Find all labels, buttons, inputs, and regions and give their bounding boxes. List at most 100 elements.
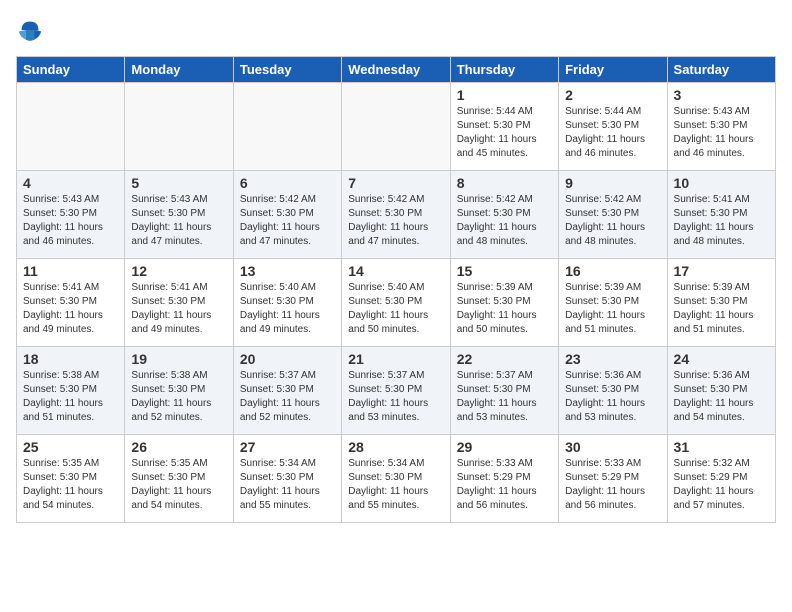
cell-info: Sunrise: 5:39 AMSunset: 5:30 PMDaylight:…	[565, 281, 660, 337]
day-number: 8	[457, 175, 552, 191]
day-number: 31	[674, 439, 769, 455]
calendar-cell: 19 Sunrise: 5:38 AMSunset: 5:30 PMDayligh…	[125, 347, 233, 435]
calendar-cell: 16 Sunrise: 5:39 AMSunset: 5:30 PMDayligh…	[559, 259, 667, 347]
cell-info: Sunrise: 5:43 AMSunset: 5:30 PMDaylight:…	[131, 193, 226, 249]
cell-info: Sunrise: 5:35 AMSunset: 5:30 PMDaylight:…	[23, 457, 118, 513]
day-header-saturday: Saturday	[667, 57, 775, 83]
calendar-cell	[233, 83, 341, 171]
day-number: 26	[131, 439, 226, 455]
day-number: 11	[23, 263, 118, 279]
calendar-cell: 18 Sunrise: 5:38 AMSunset: 5:30 PMDayligh…	[17, 347, 125, 435]
cell-info: Sunrise: 5:36 AMSunset: 5:30 PMDaylight:…	[674, 369, 769, 425]
cell-info: Sunrise: 5:39 AMSunset: 5:30 PMDaylight:…	[457, 281, 552, 337]
cell-info: Sunrise: 5:43 AMSunset: 5:30 PMDaylight:…	[674, 105, 769, 161]
cell-info: Sunrise: 5:42 AMSunset: 5:30 PMDaylight:…	[457, 193, 552, 249]
week-row-4: 18 Sunrise: 5:38 AMSunset: 5:30 PMDayligh…	[17, 347, 776, 435]
week-row-2: 4Sunrise: 5:43 AMSunset: 5:30 PMDaylight…	[17, 171, 776, 259]
day-number: 21	[348, 351, 443, 367]
cell-info: Sunrise: 5:32 AMSunset: 5:29 PMDaylight:…	[674, 457, 769, 513]
page-header	[16, 16, 776, 44]
calendar-cell: 20 Sunrise: 5:37 AMSunset: 5:30 PMDayligh…	[233, 347, 341, 435]
logo	[16, 16, 48, 44]
day-number: 15	[457, 263, 552, 279]
day-number: 9	[565, 175, 660, 191]
calendar-cell: 30Sunrise: 5:33 AMSunset: 5:29 PMDayligh…	[559, 435, 667, 523]
day-header-wednesday: Wednesday	[342, 57, 450, 83]
calendar-cell: 27 Sunrise: 5:34 AMSunset: 5:30 PMDayligh…	[233, 435, 341, 523]
day-number: 25	[23, 439, 118, 455]
calendar-cell: 17 Sunrise: 5:39 AMSunset: 5:30 PMDayligh…	[667, 259, 775, 347]
week-row-1: 1 Sunrise: 5:44 AMSunset: 5:30 PMDaylight…	[17, 83, 776, 171]
calendar-cell: 14 Sunrise: 5:40 AMSunset: 5:30 PMDayligh…	[342, 259, 450, 347]
day-number: 6	[240, 175, 335, 191]
day-number: 18	[23, 351, 118, 367]
calendar-cell: 21 Sunrise: 5:37 AMSunset: 5:30 PMDayligh…	[342, 347, 450, 435]
day-number: 7	[348, 175, 443, 191]
day-number: 16	[565, 263, 660, 279]
calendar-cell: 5Sunrise: 5:43 AMSunset: 5:30 PMDaylight…	[125, 171, 233, 259]
day-number: 23	[565, 351, 660, 367]
day-number: 1	[457, 87, 552, 103]
day-number: 13	[240, 263, 335, 279]
day-number: 20	[240, 351, 335, 367]
day-number: 14	[348, 263, 443, 279]
calendar-cell: 23 Sunrise: 5:36 AMSunset: 5:30 PMDayligh…	[559, 347, 667, 435]
cell-info: Sunrise: 5:39 AMSunset: 5:30 PMDaylight:…	[674, 281, 769, 337]
day-header-sunday: Sunday	[17, 57, 125, 83]
logo-icon	[16, 16, 44, 44]
day-number: 27	[240, 439, 335, 455]
day-number: 19	[131, 351, 226, 367]
day-header-thursday: Thursday	[450, 57, 558, 83]
calendar-cell: 4Sunrise: 5:43 AMSunset: 5:30 PMDaylight…	[17, 171, 125, 259]
calendar-cell: 13 Sunrise: 5:40 AMSunset: 5:30 PMDayligh…	[233, 259, 341, 347]
calendar-cell: 9 Sunrise: 5:42 AMSunset: 5:30 PMDaylight…	[559, 171, 667, 259]
cell-info: Sunrise: 5:41 AMSunset: 5:30 PMDaylight:…	[23, 281, 118, 337]
cell-info: Sunrise: 5:36 AMSunset: 5:30 PMDaylight:…	[565, 369, 660, 425]
day-number: 2	[565, 87, 660, 103]
calendar-table: SundayMondayTuesdayWednesdayThursdayFrid…	[16, 56, 776, 523]
calendar-cell: 22Sunrise: 5:37 AMSunset: 5:30 PMDayligh…	[450, 347, 558, 435]
cell-info: Sunrise: 5:40 AMSunset: 5:30 PMDaylight:…	[240, 281, 335, 337]
calendar-cell: 31 Sunrise: 5:32 AMSunset: 5:29 PMDayligh…	[667, 435, 775, 523]
calendar-cell: 24 Sunrise: 5:36 AMSunset: 5:30 PMDayligh…	[667, 347, 775, 435]
calendar-cell: 7 Sunrise: 5:42 AMSunset: 5:30 PMDaylight…	[342, 171, 450, 259]
cell-info: Sunrise: 5:42 AMSunset: 5:30 PMDaylight:…	[348, 193, 443, 249]
calendar-cell: 8 Sunrise: 5:42 AMSunset: 5:30 PMDaylight…	[450, 171, 558, 259]
cell-info: Sunrise: 5:33 AMSunset: 5:29 PMDaylight:…	[565, 457, 660, 513]
calendar-cell: 11 Sunrise: 5:41 AMSunset: 5:30 PMDayligh…	[17, 259, 125, 347]
calendar-cell: 26 Sunrise: 5:35 AMSunset: 5:30 PMDayligh…	[125, 435, 233, 523]
calendar-cell: 10 Sunrise: 5:41 AMSunset: 5:30 PMDayligh…	[667, 171, 775, 259]
day-number: 10	[674, 175, 769, 191]
calendar-cell: 6Sunrise: 5:42 AMSunset: 5:30 PMDaylight…	[233, 171, 341, 259]
cell-info: Sunrise: 5:35 AMSunset: 5:30 PMDaylight:…	[131, 457, 226, 513]
day-header-tuesday: Tuesday	[233, 57, 341, 83]
day-number: 3	[674, 87, 769, 103]
cell-info: Sunrise: 5:42 AMSunset: 5:30 PMDaylight:…	[565, 193, 660, 249]
cell-info: Sunrise: 5:38 AMSunset: 5:30 PMDaylight:…	[23, 369, 118, 425]
day-header-friday: Friday	[559, 57, 667, 83]
cell-info: Sunrise: 5:40 AMSunset: 5:30 PMDaylight:…	[348, 281, 443, 337]
calendar-cell: 1 Sunrise: 5:44 AMSunset: 5:30 PMDaylight…	[450, 83, 558, 171]
cell-info: Sunrise: 5:44 AMSunset: 5:30 PMDaylight:…	[457, 105, 552, 161]
calendar-cell: 29Sunrise: 5:33 AMSunset: 5:29 PMDayligh…	[450, 435, 558, 523]
day-number: 24	[674, 351, 769, 367]
cell-info: Sunrise: 5:44 AMSunset: 5:30 PMDaylight:…	[565, 105, 660, 161]
cell-info: Sunrise: 5:34 AMSunset: 5:30 PMDaylight:…	[240, 457, 335, 513]
cell-info: Sunrise: 5:38 AMSunset: 5:30 PMDaylight:…	[131, 369, 226, 425]
calendar-cell	[125, 83, 233, 171]
day-number: 29	[457, 439, 552, 455]
day-number: 17	[674, 263, 769, 279]
cell-info: Sunrise: 5:37 AMSunset: 5:30 PMDaylight:…	[240, 369, 335, 425]
day-header-monday: Monday	[125, 57, 233, 83]
calendar-cell: 12 Sunrise: 5:41 AMSunset: 5:30 PMDayligh…	[125, 259, 233, 347]
cell-info: Sunrise: 5:41 AMSunset: 5:30 PMDaylight:…	[674, 193, 769, 249]
cell-info: Sunrise: 5:37 AMSunset: 5:30 PMDaylight:…	[348, 369, 443, 425]
header-row: SundayMondayTuesdayWednesdayThursdayFrid…	[17, 57, 776, 83]
day-number: 12	[131, 263, 226, 279]
calendar-cell: 3 Sunrise: 5:43 AMSunset: 5:30 PMDaylight…	[667, 83, 775, 171]
calendar-cell	[342, 83, 450, 171]
day-number: 28	[348, 439, 443, 455]
cell-info: Sunrise: 5:34 AMSunset: 5:30 PMDaylight:…	[348, 457, 443, 513]
week-row-3: 11 Sunrise: 5:41 AMSunset: 5:30 PMDayligh…	[17, 259, 776, 347]
cell-info: Sunrise: 5:41 AMSunset: 5:30 PMDaylight:…	[131, 281, 226, 337]
